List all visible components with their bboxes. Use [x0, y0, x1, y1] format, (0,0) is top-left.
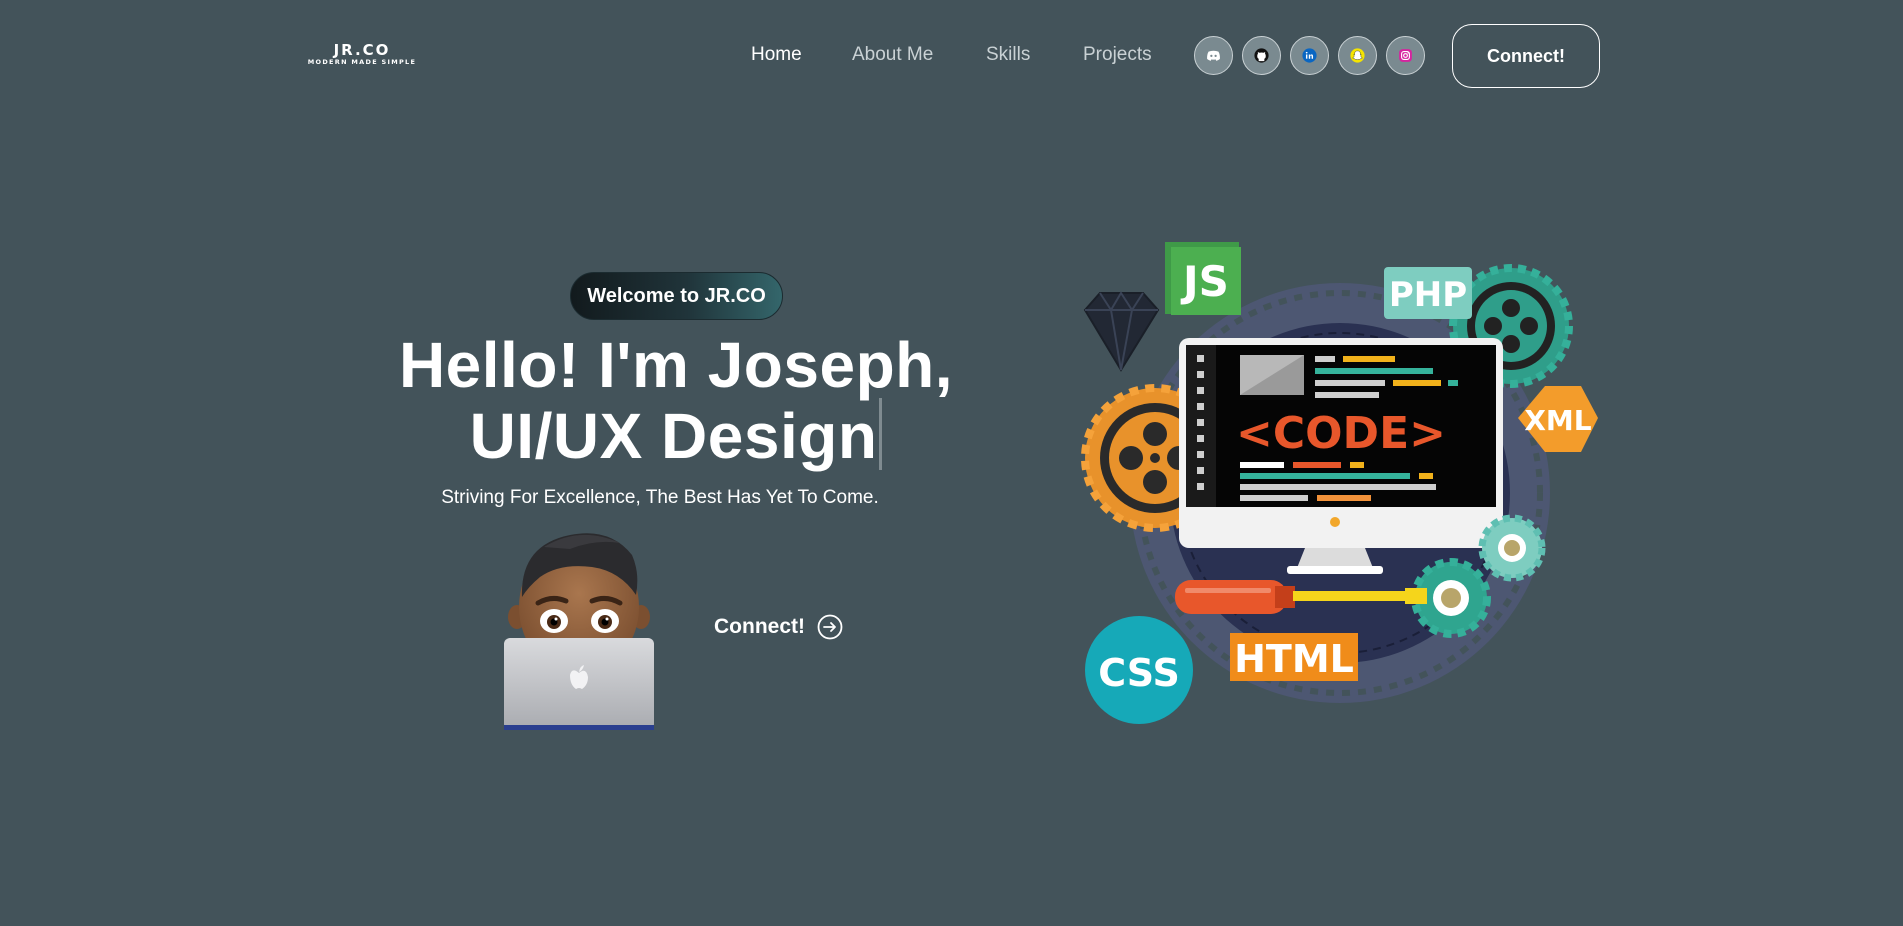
welcome-badge: Welcome to JR.CO	[570, 272, 783, 320]
instagram-link[interactable]	[1386, 36, 1425, 75]
github-link[interactable]	[1242, 36, 1281, 75]
hero-title-line-1: Hello! I'm Joseph,	[398, 329, 954, 401]
snapchat-link[interactable]	[1338, 36, 1377, 75]
linkedin-link[interactable]	[1290, 36, 1329, 75]
snapchat-icon	[1350, 48, 1365, 63]
discord-icon	[1207, 50, 1220, 61]
avatar-memoji-image	[504, 533, 654, 730]
css-badge: CSS	[1085, 616, 1193, 724]
nav-link-about-me[interactable]: About Me	[852, 44, 933, 66]
svg-text:PHP: PHP	[1389, 275, 1467, 315]
hero-title-line-2: UI/UX Design	[469, 400, 878, 472]
nav-link-projects[interactable]: Projects	[1083, 44, 1152, 66]
svg-text:JS: JS	[1180, 257, 1229, 306]
instagram-icon	[1399, 49, 1412, 62]
js-badge: JS	[1165, 242, 1241, 315]
nav-link-home[interactable]: Home	[751, 44, 802, 66]
hero-title: Hello! I'm Joseph, UI/UX Design	[300, 332, 1052, 470]
hero-subtitle: Striving For Excellence, The Best Has Ye…	[441, 487, 879, 508]
nav-connect-button[interactable]: Connect!	[1452, 24, 1600, 88]
discord-link[interactable]	[1194, 36, 1233, 75]
monitor-image: <CODE>	[1179, 338, 1503, 574]
nav-link-skills[interactable]: Skills	[986, 44, 1030, 66]
code-label: <CODE>	[1236, 408, 1446, 459]
linkedin-icon	[1302, 48, 1317, 63]
coding-illustration: JS PHP XML <CODE> CSS HTML	[1081, 242, 1598, 724]
arrow-right-circle-icon	[817, 614, 843, 640]
svg-text:HTML: HTML	[1234, 637, 1354, 681]
hero-connect-link[interactable]: Connect!	[714, 612, 843, 642]
hero-connect-label: Connect!	[714, 615, 805, 638]
svg-text:XML: XML	[1524, 404, 1591, 437]
github-icon	[1254, 48, 1269, 63]
logo-title: JR.CO	[333, 41, 391, 59]
html-badge: HTML	[1230, 633, 1358, 681]
typing-cursor	[879, 398, 883, 470]
svg-text:CSS: CSS	[1098, 651, 1180, 695]
diamond-icon	[1083, 291, 1160, 372]
php-badge: PHP	[1384, 267, 1472, 319]
site-logo[interactable]: JR.CO MODERN MADE SIMPLE	[306, 42, 418, 67]
logo-tagline: MODERN MADE SIMPLE	[307, 58, 417, 66]
